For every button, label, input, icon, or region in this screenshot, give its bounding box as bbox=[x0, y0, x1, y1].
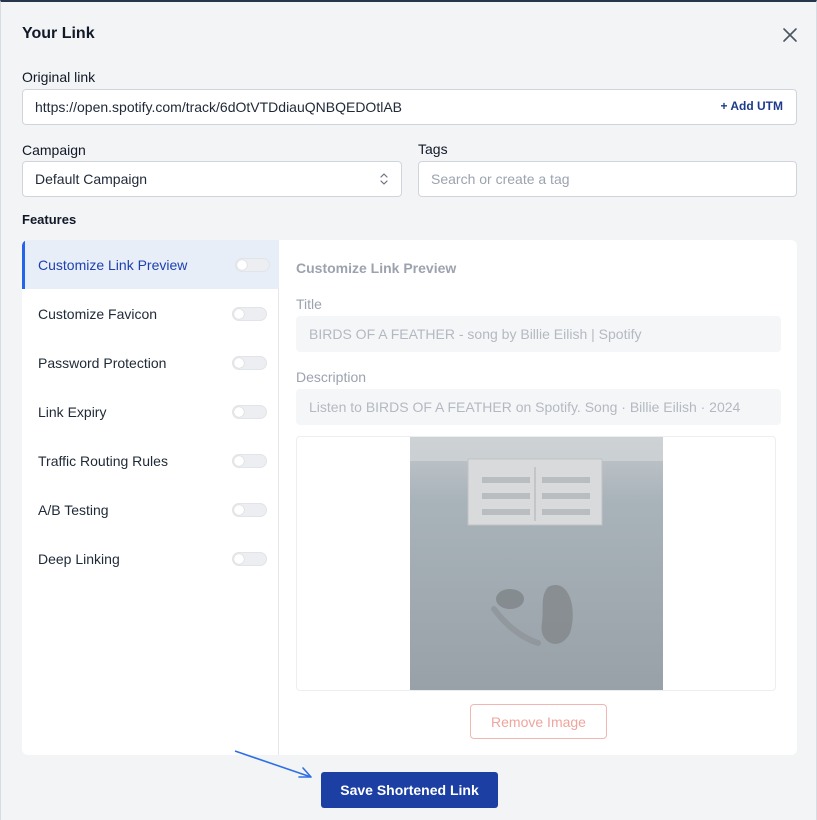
preview-heading: Customize Link Preview bbox=[296, 260, 457, 276]
original-link-value: https://open.spotify.com/track/6dOtVTDdi… bbox=[35, 99, 402, 115]
feature-ab-testing[interactable]: A/B Testing bbox=[22, 485, 279, 534]
feature-link-expiry[interactable]: Link Expiry bbox=[22, 387, 279, 436]
save-shortened-link-button[interactable]: Save Shortened Link bbox=[321, 772, 498, 808]
album-art-illustration bbox=[410, 437, 663, 690]
preview-image-container bbox=[296, 436, 776, 691]
preview-description-input[interactable]: Listen to BIRDS OF A FEATHER on Spotify.… bbox=[296, 389, 781, 425]
features-list: Customize Link Preview Customize Favicon… bbox=[22, 240, 279, 755]
close-icon bbox=[783, 28, 797, 42]
feature-label: Password Protection bbox=[38, 354, 167, 371]
preview-title-label: Title bbox=[296, 296, 322, 312]
feature-password-protection[interactable]: Password Protection bbox=[22, 338, 279, 387]
campaign-value: Default Campaign bbox=[35, 171, 148, 187]
link-preview-settings: Customize Link Preview Title BIRDS OF A … bbox=[280, 240, 797, 755]
feature-label: Link Expiry bbox=[38, 403, 107, 420]
feature-label: A/B Testing bbox=[38, 501, 109, 518]
preview-title-value: BIRDS OF A FEATHER - song by Billie Eili… bbox=[309, 326, 642, 342]
feature-toggle[interactable] bbox=[232, 454, 267, 468]
campaign-label: Campaign bbox=[22, 142, 86, 158]
feature-toggle[interactable] bbox=[232, 503, 267, 517]
feature-toggle[interactable] bbox=[235, 258, 270, 272]
tags-placeholder: Search or create a tag bbox=[431, 171, 570, 187]
preview-title-input[interactable]: BIRDS OF A FEATHER - song by Billie Eili… bbox=[296, 316, 781, 352]
feature-traffic-routing-rules[interactable]: Traffic Routing Rules bbox=[22, 436, 279, 485]
feature-toggle[interactable] bbox=[232, 307, 267, 321]
add-utm-link[interactable]: + Add UTM bbox=[720, 99, 783, 113]
features-panel: Customize Link Preview Customize Favicon… bbox=[22, 240, 797, 755]
remove-image-button[interactable]: Remove Image bbox=[470, 704, 607, 739]
preview-description-value: Listen to BIRDS OF A FEATHER on Spotify.… bbox=[309, 399, 741, 415]
tags-label: Tags bbox=[418, 141, 448, 157]
tags-input[interactable]: Search or create a tag bbox=[418, 161, 797, 197]
feature-toggle[interactable] bbox=[232, 405, 267, 419]
chevron-updown-icon bbox=[380, 173, 388, 185]
feature-label: Traffic Routing Rules bbox=[38, 452, 168, 469]
original-link-input[interactable]: https://open.spotify.com/track/6dOtVTDdi… bbox=[22, 89, 797, 125]
feature-deep-linking[interactable]: Deep Linking bbox=[22, 534, 279, 583]
feature-toggle[interactable] bbox=[232, 356, 267, 370]
preview-description-label: Description bbox=[296, 369, 367, 385]
feature-toggle[interactable] bbox=[232, 552, 267, 566]
feature-customize-favicon[interactable]: Customize Favicon bbox=[22, 289, 279, 338]
link-dialog: Your Link Original link https://open.spo… bbox=[0, 0, 817, 820]
feature-label: Customize Link Preview bbox=[38, 256, 188, 273]
dialog-title: Your Link bbox=[22, 25, 95, 42]
close-button[interactable] bbox=[781, 26, 799, 44]
feature-label: Customize Favicon bbox=[38, 305, 158, 322]
arrow-annotation-icon bbox=[234, 750, 312, 778]
campaign-select[interactable]: Default Campaign bbox=[22, 161, 402, 197]
feature-label: Deep Linking bbox=[38, 550, 120, 567]
features-label: Features bbox=[22, 212, 77, 227]
feature-customize-link-preview[interactable]: Customize Link Preview bbox=[22, 240, 279, 289]
preview-image bbox=[410, 437, 663, 690]
original-link-label: Original link bbox=[22, 69, 96, 85]
